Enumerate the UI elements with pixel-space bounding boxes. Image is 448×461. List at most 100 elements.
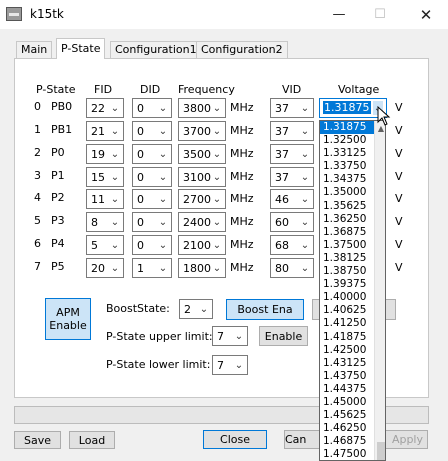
voltage-option[interactable]: 1.35000 bbox=[320, 186, 374, 199]
vid-value: 46 bbox=[275, 193, 289, 206]
frequency-combo[interactable]: 3800 ⌄ bbox=[178, 98, 226, 118]
fid-combo[interactable]: 5 ⌄ bbox=[86, 235, 124, 255]
did-combo[interactable]: 0 ⌄ bbox=[132, 121, 172, 141]
did-combo[interactable]: 0 ⌄ bbox=[132, 167, 172, 187]
fid-combo[interactable]: 21 ⌄ bbox=[86, 121, 124, 141]
voltage-option[interactable]: 1.37500 bbox=[320, 239, 374, 252]
save-button[interactable]: Save bbox=[14, 431, 61, 449]
voltage-option[interactable]: 1.44375 bbox=[320, 383, 374, 396]
did-combo[interactable]: 1 ⌄ bbox=[132, 258, 172, 278]
vid-combo[interactable]: 46 ⌄ bbox=[270, 189, 314, 209]
voltage-option[interactable]: 1.43750 bbox=[320, 370, 374, 383]
voltage-dropdown-list[interactable]: 1.31875 1.32500 1.33125 1.33750 1.34375 1.350… bbox=[319, 120, 386, 461]
freq-value: 2100 bbox=[183, 239, 211, 252]
fid-combo[interactable]: 11 ⌄ bbox=[86, 189, 124, 209]
voltage-option[interactable]: 1.38125 bbox=[320, 252, 374, 265]
did-value: 0 bbox=[137, 171, 144, 184]
voltage-option[interactable]: 1.38750 bbox=[320, 265, 374, 278]
header-fid: FID bbox=[94, 83, 113, 96]
voltage-option[interactable]: 1.45000 bbox=[320, 396, 374, 409]
voltage-option[interactable]: 1.41875 bbox=[320, 331, 374, 344]
chevron-down-icon: ⌄ bbox=[300, 171, 310, 183]
fid-combo[interactable]: 15 ⌄ bbox=[86, 167, 124, 187]
did-value: 0 bbox=[137, 125, 144, 138]
frequency-combo[interactable]: 3100 ⌄ bbox=[178, 167, 226, 187]
did-combo[interactable]: 0 ⌄ bbox=[132, 98, 172, 118]
vid-value: 60 bbox=[275, 216, 289, 229]
freq-value: 2400 bbox=[183, 216, 211, 229]
chevron-down-icon: ⌄ bbox=[300, 148, 310, 160]
minimize-button[interactable]: — bbox=[316, 0, 362, 29]
tab-configuration1[interactable]: Configuration1 bbox=[110, 41, 202, 58]
voltage-option[interactable]: 1.42500 bbox=[320, 344, 374, 357]
fid-combo[interactable]: 22 ⌄ bbox=[86, 98, 124, 118]
chevron-down-icon: ⌄ bbox=[158, 262, 168, 274]
did-combo[interactable]: 0 ⌄ bbox=[132, 235, 172, 255]
tab-main[interactable]: Main bbox=[16, 41, 53, 58]
did-value: 0 bbox=[137, 148, 144, 161]
apm-enable-button[interactable]: APM Enable bbox=[45, 298, 91, 340]
vid-combo[interactable]: 60 ⌄ bbox=[270, 212, 314, 232]
did-value: 0 bbox=[137, 216, 144, 229]
frequency-combo[interactable]: 2700 ⌄ bbox=[178, 189, 226, 209]
frequency-combo[interactable]: 1800 ⌄ bbox=[178, 258, 226, 278]
vid-combo[interactable]: 37 ⌄ bbox=[270, 144, 314, 164]
frequency-combo[interactable]: 3500 ⌄ bbox=[178, 144, 226, 164]
voltage-options: 1.31875 1.32500 1.33125 1.33750 1.34375 1.350… bbox=[320, 121, 374, 460]
close-button[interactable]: Close bbox=[203, 430, 267, 449]
voltage-option[interactable]: 1.47500 bbox=[320, 448, 374, 460]
load-button[interactable]: Load bbox=[69, 431, 115, 449]
voltage-option[interactable]: 1.40625 bbox=[320, 304, 374, 317]
voltage-option[interactable]: 1.32500 bbox=[320, 134, 374, 147]
chevron-down-icon: ⌄ bbox=[234, 330, 244, 342]
tab-configuration2[interactable]: Configuration2 bbox=[196, 41, 288, 58]
boost-state-combo[interactable]: 2 ⌄ bbox=[179, 299, 213, 319]
pstate-lower-limit-combo[interactable]: 7 ⌄ bbox=[212, 355, 248, 375]
voltage-option[interactable]: 1.33750 bbox=[320, 160, 374, 173]
voltage-option[interactable]: 1.34375 bbox=[320, 173, 374, 186]
did-combo[interactable]: 0 ⌄ bbox=[132, 144, 172, 164]
boost-enable-button[interactable]: Boost Ena bbox=[226, 299, 304, 320]
voltage-option[interactable]: 1.33125 bbox=[320, 147, 374, 160]
maximize-button[interactable]: ☐ bbox=[357, 0, 403, 29]
voltage-option[interactable]: 1.43125 bbox=[320, 357, 374, 370]
pstate-upper-limit-label: P-State upper limit: bbox=[106, 330, 213, 343]
fid-combo[interactable]: 8 ⌄ bbox=[86, 212, 124, 232]
pstate-upper-limit-combo[interactable]: 7 ⌄ bbox=[212, 326, 248, 346]
vid-combo[interactable]: 80 ⌄ bbox=[270, 258, 314, 278]
mouse-cursor-icon bbox=[377, 106, 391, 126]
vid-combo[interactable]: 37 ⌄ bbox=[270, 167, 314, 187]
voltage-option[interactable]: 1.41250 bbox=[320, 317, 374, 330]
frequency-combo[interactable]: 3700 ⌄ bbox=[178, 121, 226, 141]
chevron-down-icon: ⌄ bbox=[212, 102, 222, 114]
mhz-unit: MHz bbox=[230, 101, 254, 114]
voltage-option[interactable]: 1.35625 bbox=[320, 200, 374, 213]
scrollbar-thumb[interactable] bbox=[377, 442, 385, 460]
fid-combo[interactable]: 20 ⌄ bbox=[86, 258, 124, 278]
vid-combo[interactable]: 37 ⌄ bbox=[270, 98, 314, 118]
voltage-option[interactable]: 1.36250 bbox=[320, 213, 374, 226]
voltage-option[interactable]: 1.46250 bbox=[320, 422, 374, 435]
voltage-option[interactable]: 1.39375 bbox=[320, 278, 374, 291]
dropdown-scrollbar[interactable]: ▲ bbox=[374, 121, 385, 460]
did-combo[interactable]: 0 ⌄ bbox=[132, 189, 172, 209]
vid-combo[interactable]: 68 ⌄ bbox=[270, 235, 314, 255]
apm-label-line2: Enable bbox=[49, 319, 87, 332]
frequency-combo[interactable]: 2400 ⌄ bbox=[178, 212, 226, 232]
mhz-unit: MHz bbox=[230, 147, 254, 160]
did-combo[interactable]: 0 ⌄ bbox=[132, 212, 172, 232]
voltage-option[interactable]: 1.36875 bbox=[320, 226, 374, 239]
upper-limit-enable-button[interactable]: Enable bbox=[259, 326, 308, 346]
voltage-option[interactable]: 1.40000 bbox=[320, 291, 374, 304]
frequency-combo[interactable]: 2100 ⌄ bbox=[178, 235, 226, 255]
close-window-button[interactable]: ✕ bbox=[403, 0, 448, 29]
tab-pstate[interactable]: P-State bbox=[56, 38, 106, 59]
pstate-lower-limit-label: P-State lower limit: bbox=[106, 358, 211, 371]
voltage-option[interactable]: 1.46875 bbox=[320, 435, 374, 448]
vid-combo[interactable]: 37 ⌄ bbox=[270, 121, 314, 141]
header-vid: VID bbox=[282, 83, 302, 96]
voltage-option[interactable]: 1.31875 bbox=[320, 121, 374, 135]
voltage-option[interactable]: 1.45625 bbox=[320, 409, 374, 422]
fid-combo[interactable]: 19 ⌄ bbox=[86, 144, 124, 164]
chevron-down-icon: ⌄ bbox=[110, 262, 120, 274]
